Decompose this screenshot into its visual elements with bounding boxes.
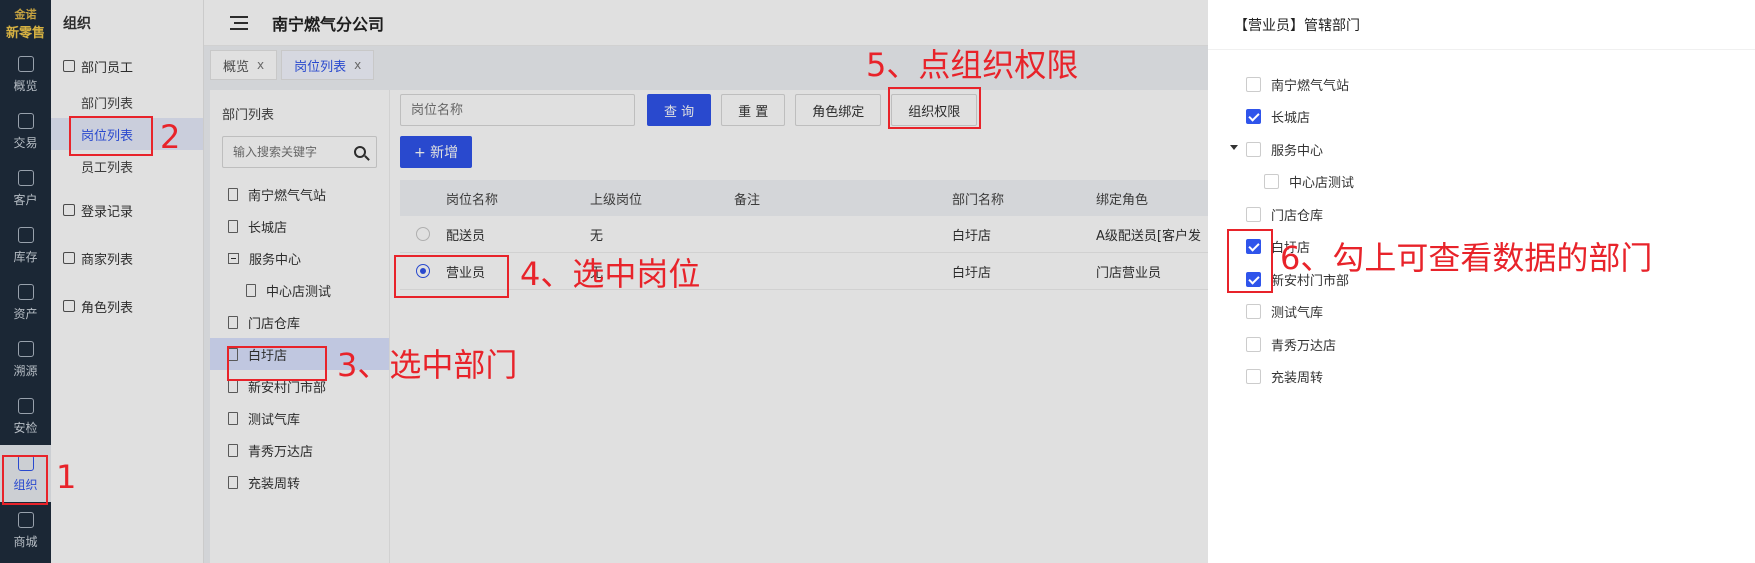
drawer-dept-list: 南宁燃气气站 长城店 服务中心 中心店测试 门店仓库 白圩店 新安村门市部 测试… (1208, 50, 1755, 393)
dept-permission-drawer: 【营业员】管辖部门 南宁燃气气站 长城店 服务中心 中心店测试 门店仓库 白圩店… (1208, 0, 1755, 563)
annotation-text-2: 2 (160, 118, 181, 156)
drawer-item[interactable]: 青秀万达店 (1208, 328, 1755, 361)
annotation-text-6: 6、勾上可查看数据的部门 (1280, 239, 1653, 277)
checkbox[interactable] (1264, 174, 1279, 190)
drawer-item-label: 中心店测试 (1289, 176, 1355, 192)
annotation-text-3: 3、选中部门 (337, 346, 518, 384)
annotation-box-2 (69, 116, 153, 156)
drawer-item-label: 长城店 (1271, 111, 1311, 127)
annotation-box-3 (227, 346, 327, 381)
drawer-item[interactable]: 南宁燃气气站 (1208, 68, 1755, 101)
drawer-item[interactable]: 长城店 (1208, 101, 1755, 134)
drawer-item[interactable]: 中心店测试 (1208, 166, 1755, 199)
drawer-title: 【营业员】管辖部门 (1208, 0, 1755, 50)
caret-down-icon[interactable] (1230, 145, 1238, 150)
drawer-item-label: 测试气库 (1271, 306, 1324, 322)
checkbox[interactable] (1246, 206, 1261, 222)
annotation-box-6 (1227, 229, 1273, 293)
checkbox[interactable] (1246, 304, 1261, 320)
annotation-box-4 (394, 255, 509, 298)
drawer-item-label: 南宁燃气气站 (1271, 78, 1350, 94)
annotation-box-5 (888, 87, 981, 129)
annotation-box-1 (2, 455, 48, 505)
checkbox[interactable] (1246, 369, 1261, 385)
annotation-text-1: 1 (56, 458, 77, 496)
annotation-text-4: 4、选中岗位 (520, 255, 701, 293)
drawer-item-label: 服务中心 (1271, 143, 1324, 159)
checkbox[interactable] (1246, 141, 1261, 157)
drawer-item-label: 充装周转 (1271, 371, 1324, 387)
checkbox-checked[interactable] (1246, 109, 1261, 125)
drawer-item-label: 门店仓库 (1271, 208, 1324, 224)
drawer-item[interactable]: 测试气库 (1208, 296, 1755, 329)
checkbox[interactable] (1246, 76, 1261, 92)
drawer-item-label: 青秀万达店 (1271, 338, 1337, 354)
drawer-item[interactable]: 服务中心 (1208, 133, 1755, 166)
checkbox[interactable] (1246, 336, 1261, 352)
drawer-item[interactable]: 充装周转 (1208, 361, 1755, 394)
annotation-text-5: 5、点组织权限 (866, 46, 1079, 84)
drawer-item[interactable]: 门店仓库 (1208, 198, 1755, 231)
